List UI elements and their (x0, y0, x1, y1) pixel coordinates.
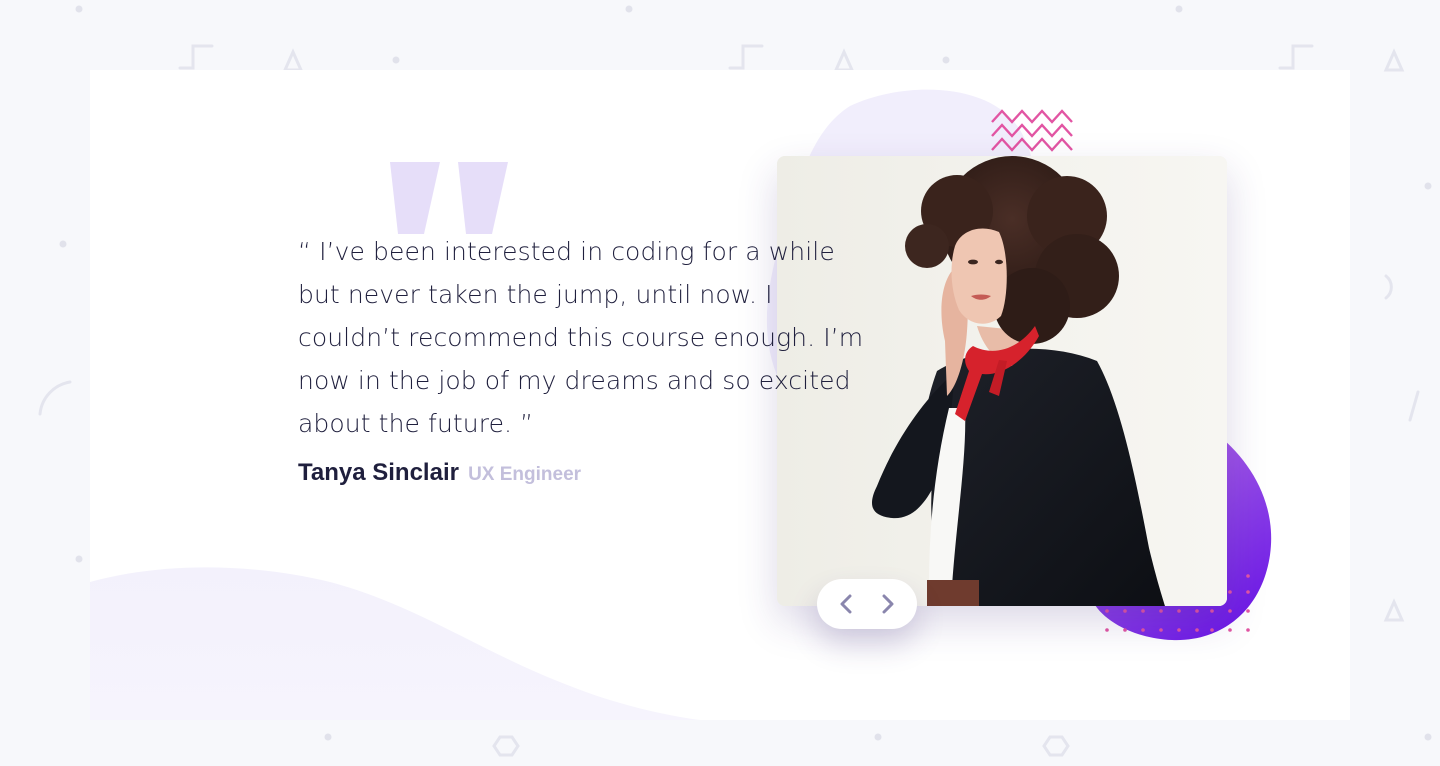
testimonial-author: Tanya Sinclair UX Engineer (298, 459, 581, 487)
chevron-right-icon (882, 594, 894, 614)
chevron-left-icon (840, 594, 852, 614)
previous-button[interactable] (831, 589, 861, 619)
author-name: Tanya Sinclair (298, 459, 459, 486)
testimonial-card: “ I’ve been interested in coding for a w… (90, 70, 1350, 720)
slider-navigation (817, 579, 917, 629)
testimonial-quote: “ I’ve been interested in coding for a w… (298, 237, 864, 438)
testimonial-page: “ I’ve been interested in coding for a w… (0, 0, 1440, 766)
zigzag-pattern (991, 109, 1073, 152)
next-button[interactable] (873, 589, 903, 619)
author-role: UX Engineer (468, 464, 582, 485)
